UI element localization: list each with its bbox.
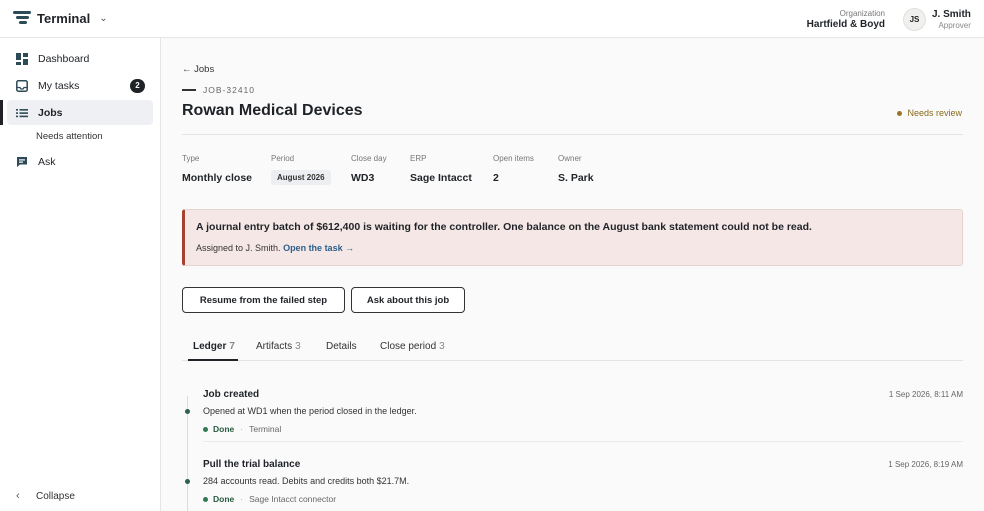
org-name: Hartfield & Boyd: [806, 19, 885, 30]
top-bar: Terminal ⌄ Organization Hartfield & Boyd…: [0, 0, 984, 38]
tab-label: Close period: [380, 341, 437, 352]
sidebar-item-label: My tasks: [38, 79, 80, 92]
job-id-text: JOB-32410: [203, 85, 255, 95]
list-icon: [16, 107, 28, 119]
meta-period: Period August 2026: [271, 154, 331, 185]
timeline-dot-icon: [185, 409, 190, 414]
alert-title: A journal entry batch of $612,400 is wai…: [196, 221, 812, 233]
separator: ·: [240, 424, 244, 434]
separator: ·: [240, 494, 244, 504]
event-source: Sage Intacct connector: [249, 494, 337, 504]
event-time: 1 Sep 2026, 8:11 AM: [888, 390, 963, 399]
tab-label: Artifacts: [256, 341, 293, 352]
alert-banner: A journal entry batch of $612,400 is wai…: [182, 209, 963, 266]
sidebar-item-label: Ask: [38, 155, 56, 168]
tab-label: Details: [326, 341, 357, 352]
period-pill: August 2026: [271, 170, 331, 185]
done-dot-icon: [203, 496, 208, 502]
organization-selector[interactable]: Organization Hartfield & Boyd: [807, 9, 885, 31]
meta-value: WD3: [351, 172, 375, 184]
main-content: ← Jobs JOB-32410 Rowan Medical Devices N…: [161, 38, 984, 511]
meta-label: Owner: [558, 154, 582, 163]
timeline-dot-icon: [185, 479, 190, 484]
sidebar-item-ask[interactable]: Ask: [7, 149, 153, 174]
event-title: Job created: [203, 389, 260, 400]
back-to-jobs-link[interactable]: ← Jobs: [182, 64, 214, 75]
sidebar: Dashboard My tasks 2 Jobs Needs attentio…: [0, 38, 161, 511]
user-menu[interactable]: J. Smith Approver: [932, 9, 971, 31]
page-title: Rowan Medical Devices: [182, 102, 363, 119]
status-dot-icon: [897, 110, 903, 116]
collapse-button[interactable]: ‹ Collapse: [16, 490, 75, 502]
user-role: Approver: [938, 21, 971, 30]
org-label: Organization: [839, 9, 885, 18]
terminal-logo-icon: [13, 10, 31, 26]
event-description: 284 accounts read. Debits and credits bo…: [203, 476, 410, 486]
tab-details[interactable]: Details: [326, 341, 357, 352]
sidebar-subitem-needs-attention[interactable]: Needs attention: [36, 131, 103, 142]
meta-open-items: Open items 2: [493, 154, 534, 185]
status-badge: Needs review: [897, 108, 962, 118]
meta-type: Type Monthly close: [182, 154, 252, 185]
event-status-text: Done: [213, 424, 235, 434]
meta-label: ERP: [410, 154, 427, 163]
active-tab-underline: [188, 359, 238, 361]
meta-label: Period: [271, 154, 295, 163]
chevron-left-icon: ‹: [16, 490, 20, 502]
event-title: Pull the trial balance: [203, 459, 301, 470]
user-name: J. Smith: [932, 9, 971, 20]
event-status: Done · Sage Intacct connector: [203, 494, 336, 504]
meta-erp: ERP Sage Intacct: [410, 154, 472, 185]
inbox-icon: [16, 79, 28, 92]
avatar[interactable]: JS: [903, 8, 926, 31]
tab-count: 3: [439, 341, 445, 352]
assigned-text: Assigned to J. Smith.: [196, 243, 281, 253]
chevron-down-icon: ⌄: [99, 12, 108, 24]
event-source: Terminal: [249, 424, 282, 434]
app-switcher[interactable]: Terminal ⌄: [13, 10, 108, 26]
alert-assignment: Assigned to J. Smith. Open the task →: [196, 243, 354, 253]
status-text: Needs review: [907, 108, 962, 118]
tab-close-period[interactable]: Close period 3: [380, 341, 445, 352]
sidebar-item-my-tasks[interactable]: My tasks 2: [7, 73, 153, 98]
sidebar-item-jobs[interactable]: Jobs: [7, 100, 153, 125]
tab-bar: Ledger 7 Artifacts 3 Details Close period 3: [182, 334, 963, 361]
tab-artifacts[interactable]: Artifacts 3: [256, 341, 301, 352]
job-id: JOB-32410: [182, 85, 255, 95]
meta-label: Open items: [493, 154, 534, 163]
event-divider: [203, 441, 963, 442]
sidebar-item-label: Dashboard: [38, 52, 90, 65]
app-name: Terminal: [37, 10, 91, 26]
meta-value: S. Park: [558, 172, 594, 184]
done-dot-icon: [203, 426, 208, 432]
meta-label: Type: [182, 154, 200, 163]
dashboard-icon: [16, 52, 28, 65]
meta-owner: Owner S. Park: [558, 154, 594, 185]
collapse-label: Collapse: [36, 490, 75, 502]
task-count-badge: 2: [130, 78, 145, 93]
event-time: 1 Sep 2026, 8:19 AM: [888, 460, 963, 469]
sidebar-item-label: Jobs: [38, 106, 63, 119]
meta-value: Sage Intacct: [410, 172, 472, 184]
event-status: Done · Terminal: [203, 424, 281, 434]
meta-label: Close day: [351, 154, 387, 163]
ask-about-job-button[interactable]: Ask about this job: [351, 287, 465, 313]
chat-icon: [16, 156, 28, 168]
resume-failed-step-button[interactable]: Resume from the failed step: [182, 287, 345, 313]
divider: [182, 134, 963, 135]
meta-value: Monthly close: [182, 172, 253, 184]
open-task-link[interactable]: Open the task →: [283, 243, 354, 253]
tab-count: 3: [295, 341, 301, 352]
event-description: Opened at WD1 when the period closed in …: [203, 406, 417, 416]
tab-ledger[interactable]: Ledger 7: [193, 341, 235, 352]
event-status-text: Done: [213, 494, 235, 504]
tab-count: 7: [229, 341, 235, 352]
meta-value: 2: [493, 172, 499, 184]
active-indicator: [0, 100, 3, 125]
dash-icon: [182, 89, 196, 91]
meta-close-day: Close day WD3: [351, 154, 387, 185]
tab-label: Ledger: [193, 341, 227, 352]
sidebar-item-dashboard[interactable]: Dashboard: [7, 46, 153, 71]
